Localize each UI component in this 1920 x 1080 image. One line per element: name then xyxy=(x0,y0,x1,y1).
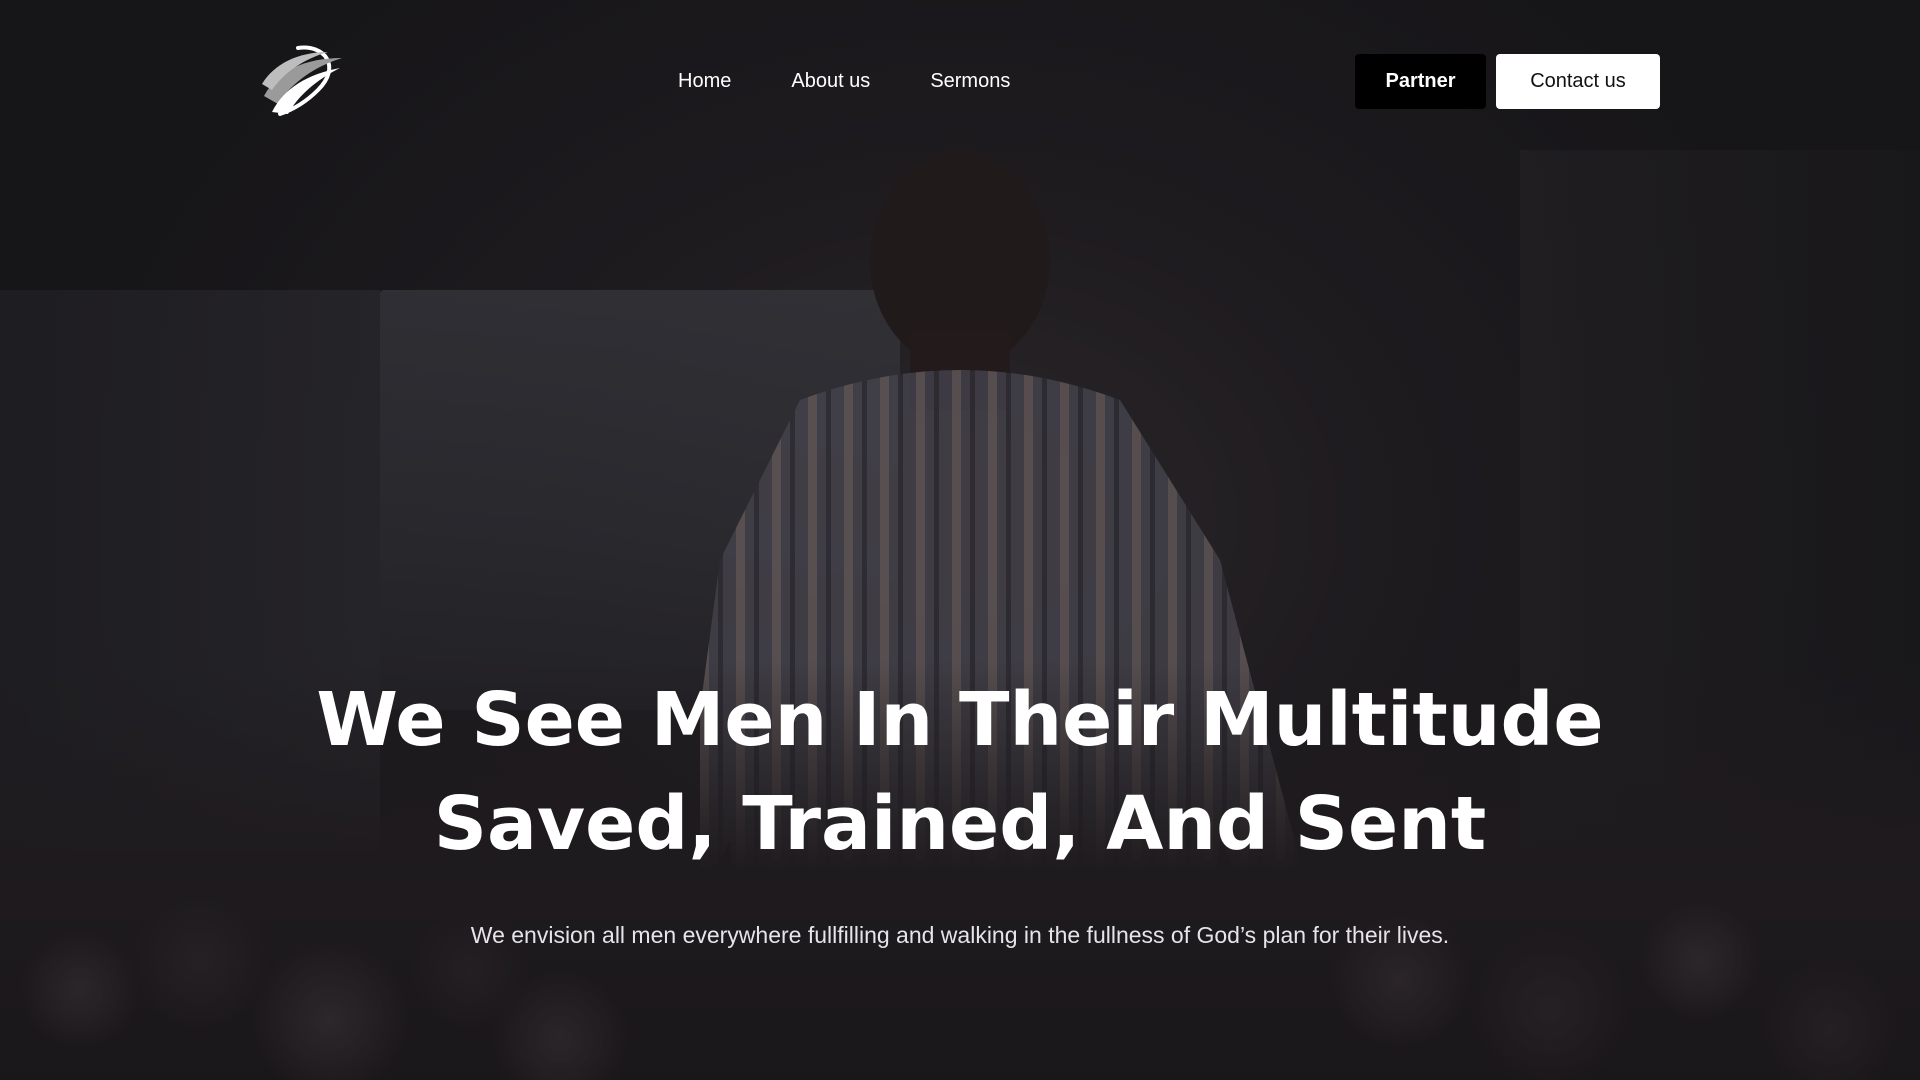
hero-headline-line-1: We See Men In Their Multitude xyxy=(316,677,1604,763)
hero-subtext: We envision all men everywhere fullfilli… xyxy=(470,922,1450,948)
swoosh-globe-logo-icon[interactable] xyxy=(258,44,344,120)
hero-section: Home About us Sermons Partner Contact us… xyxy=(0,0,1920,1080)
top-nav: Home About us Sermons Partner Contact us xyxy=(0,0,1920,162)
contact-us-button[interactable]: Contact us xyxy=(1496,54,1660,109)
nav-link-home[interactable]: Home xyxy=(678,68,731,94)
nav-link-about-us[interactable]: About us xyxy=(791,68,870,94)
background-photo xyxy=(0,0,1920,1080)
nav-link-sermons[interactable]: Sermons xyxy=(930,68,1010,94)
partner-button[interactable]: Partner xyxy=(1355,54,1486,109)
nav-links: Home About us Sermons xyxy=(678,68,1010,94)
hero-headline: We See Men In Their Multitude Saved, Tra… xyxy=(0,668,1920,876)
background-overlay xyxy=(0,0,1920,1080)
hero-headline-line-2: Saved, Trained, And Sent xyxy=(433,781,1487,867)
